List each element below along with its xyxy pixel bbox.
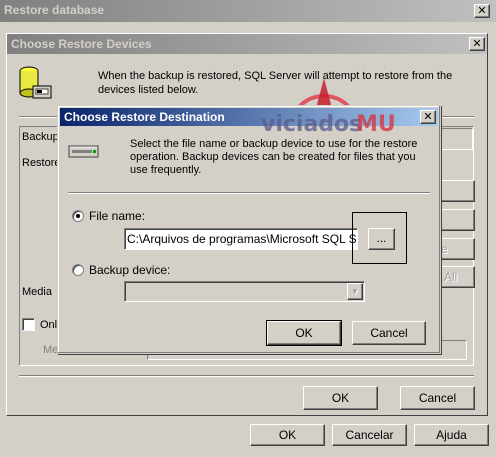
close-icon: ✕ [472, 38, 482, 50]
devices-add-button[interactable] [439, 180, 475, 202]
bg-field-right-top[interactable] [439, 128, 473, 150]
choose-restore-devices-title: Choose Restore Devices [11, 37, 152, 51]
destination-separator [68, 192, 430, 194]
tape-drive-icon [68, 144, 100, 160]
choose-restore-devices-close-button[interactable]: ✕ [469, 37, 485, 51]
all-label: All [444, 270, 458, 284]
file-name-label: File name: [89, 209, 146, 223]
browse-button[interactable]: ... [368, 228, 395, 250]
close-icon: ✕ [477, 5, 487, 17]
backup-device-label: Backup device: [89, 263, 171, 277]
backup-device-radio[interactable] [72, 264, 84, 276]
remove-label: e [441, 242, 448, 256]
file-name-input[interactable]: C:\Arquivos de programas\Microsoft SQL S… [124, 228, 358, 250]
bg-restore-label: Restore [22, 157, 61, 169]
backup-device-select[interactable]: ▼ [124, 281, 365, 302]
choose-restore-destination-dialog: Choose Restore Destination ✕ Select the … [57, 105, 441, 354]
browse-label: ... [376, 231, 387, 245]
restore-database-cancel-button[interactable]: Cancelar [332, 424, 407, 446]
cancel-label: Cancelar [345, 428, 394, 442]
cancel-label: Cancel [418, 391, 457, 405]
choose-restore-destination-title: Choose Restore Destination [64, 110, 225, 124]
restore-database-title: Restore database [4, 3, 105, 17]
backup-device-dropdown-button[interactable]: ▼ [347, 283, 363, 300]
bg-media-label: Media [22, 286, 52, 298]
bg-backup-label: Backup [22, 131, 59, 143]
bg-media-name-label: Me [43, 344, 59, 356]
devices-bottom-separator [19, 375, 474, 377]
help-label: Ajuda [436, 428, 467, 442]
ok-label: OK [331, 391, 350, 405]
bg-online-checkbox[interactable] [22, 318, 35, 331]
restore-database-help-button[interactable]: Ajuda [414, 424, 489, 446]
watermark-text-right: MU [356, 112, 396, 137]
choose-restore-destination-close-button[interactable]: ✕ [420, 110, 436, 124]
devices-edit-button[interactable] [439, 209, 475, 231]
watermark-text-left: viciados [261, 112, 363, 137]
radio-selected-dot [76, 214, 80, 218]
destination-description: Select the file name or backup device to… [130, 138, 418, 176]
destination-cancel-button[interactable]: Cancel [352, 321, 426, 345]
chevron-down-icon: ▼ [351, 287, 359, 296]
database-icon [17, 64, 53, 104]
close-icon: ✕ [423, 111, 433, 123]
destination-ok-button[interactable]: OK [266, 320, 342, 346]
restore-database-titlebar[interactable]: Restore database [0, 0, 496, 22]
ok-label: OK [295, 326, 313, 340]
devices-ok-button[interactable]: OK [303, 386, 378, 410]
cancel-label: Cancel [370, 326, 408, 340]
bg-online-label: Onl [40, 319, 58, 331]
restore-database-ok-button[interactable]: OK [250, 424, 325, 446]
file-name-radio[interactable] [72, 210, 84, 222]
ok-label: OK [278, 428, 297, 442]
choose-restore-devices-titlebar[interactable]: Choose Restore Devices [7, 34, 487, 54]
devices-cancel-button[interactable]: Cancel [400, 386, 475, 410]
devices-remove-all-button[interactable]: All [439, 266, 475, 288]
file-name-value: C:\Arquivos de programas\Microsoft SQL S… [127, 232, 357, 246]
restore-database-close-button[interactable]: ✕ [474, 4, 490, 18]
devices-remove-button[interactable]: e [439, 238, 475, 260]
